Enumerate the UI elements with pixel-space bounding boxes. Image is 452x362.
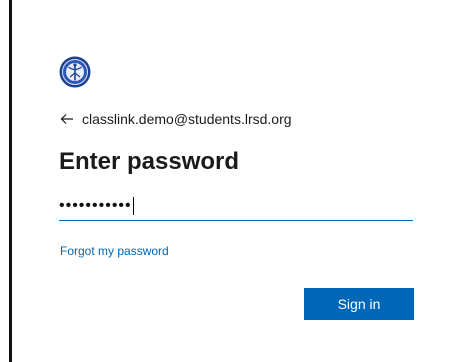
sign-in-page: classlink.demo@students.lrsd.org Enter p… <box>0 0 452 362</box>
password-masked-value: ••••••••••• <box>59 197 132 214</box>
district-seal-logo <box>59 56 91 88</box>
account-identity[interactable]: classlink.demo@students.lrsd.org <box>60 110 292 128</box>
page-title: Enter password <box>59 148 240 175</box>
text-caret <box>132 197 134 215</box>
back-arrow-icon[interactable] <box>60 112 76 126</box>
sign-in-button[interactable]: Sign in <box>304 288 414 320</box>
password-field[interactable]: ••••••••••• <box>59 192 413 221</box>
window-edge-divider <box>9 0 12 362</box>
forgot-password-link[interactable]: Forgot my password <box>60 244 169 258</box>
account-email: classlink.demo@students.lrsd.org <box>82 111 292 127</box>
